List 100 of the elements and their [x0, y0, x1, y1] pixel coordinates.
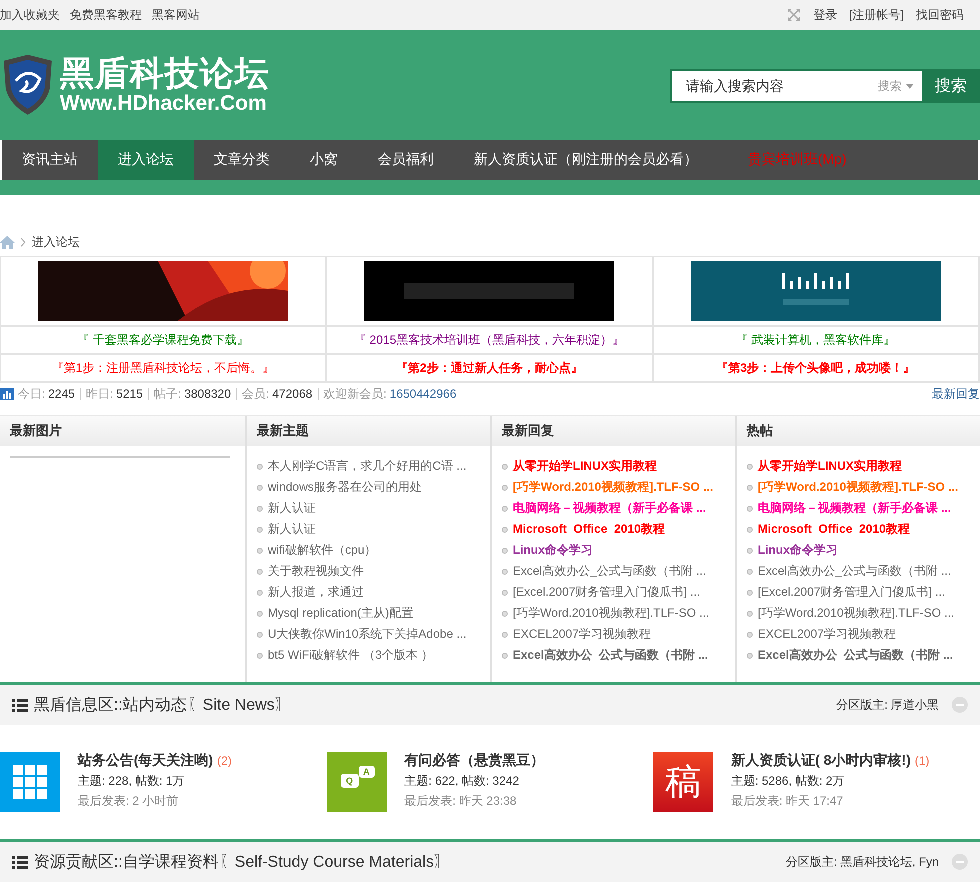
- thread-link[interactable]: 关于教程视频文件: [268, 563, 364, 580]
- thread-link[interactable]: 电脑网络－视频教程（新手必备课 ...: [513, 500, 706, 517]
- bullet-icon: [502, 526, 508, 532]
- stat-label: 今日:: [18, 388, 46, 400]
- moderator-link[interactable]: 厚道小黑: [891, 696, 939, 714]
- thread-link[interactable]: bt5 WiFi破解软件 （3个版本 ）: [268, 647, 434, 664]
- stat-label: 帖子:: [154, 388, 182, 400]
- thread-link[interactable]: 新人报道，求通过: [268, 584, 364, 601]
- nav-tab[interactable]: 小窝: [290, 140, 358, 180]
- latest-replies-link[interactable]: 最新回复: [932, 386, 980, 402]
- promo-link[interactable]: 『 千套黑客必学课程免费下载』: [77, 332, 249, 348]
- thread-link[interactable]: Excel高效办公_公式与函数（书附 ...: [758, 647, 954, 664]
- bullet-icon: [257, 632, 263, 638]
- account-link[interactable]: 登录: [813, 6, 838, 24]
- forum-title[interactable]: 新人资质认证( 8小时内审核!): [731, 752, 911, 770]
- thread-link[interactable]: Linux命令学习: [513, 542, 593, 559]
- thread-link[interactable]: Microsoft_Office_2010教程: [758, 521, 910, 538]
- thread-link[interactable]: 电脑网络－视频教程（新手必备课 ...: [758, 500, 952, 517]
- account-link[interactable]: 找回密码: [916, 6, 964, 24]
- thread-link[interactable]: Excel高效办公_公式与函数（书附 ...: [513, 563, 706, 580]
- grid-icon[interactable]: [0, 752, 60, 812]
- thread-link[interactable]: 新人认证: [268, 500, 316, 517]
- home-icon[interactable]: [0, 236, 15, 248]
- nav-tab[interactable]: 文章分类: [194, 140, 290, 180]
- stat-label: 昨日:: [86, 388, 114, 400]
- thread-link[interactable]: 从零开始学LINUX实用教程: [513, 458, 657, 475]
- step-link[interactable]: 『第1步：注册黑盾科技论坛，不后悔。』: [52, 360, 274, 376]
- bullet-icon: [257, 652, 263, 658]
- bullet-icon: [747, 548, 753, 554]
- collapse-icon[interactable]: [952, 854, 968, 870]
- thread-link[interactable]: [巧学Word.2010视频教程].TLF-SO ...: [513, 605, 710, 622]
- new-count: (1): [915, 754, 930, 768]
- nav-tab[interactable]: 会员福利: [358, 140, 454, 180]
- bullet-icon: [502, 568, 508, 574]
- thread-link[interactable]: EXCEL2007学习视频教程: [758, 626, 896, 643]
- search-button[interactable]: 搜索: [922, 69, 980, 103]
- stat-value: 5215: [116, 388, 144, 400]
- section-title: 资源贡献区::自学课程资料〖Self-Study Course Materials〗: [34, 852, 450, 872]
- stat-value: 2245: [48, 388, 76, 400]
- thread-link[interactable]: Excel高效办公_公式与函数（书附 ...: [758, 563, 952, 580]
- bullet-icon: [747, 464, 753, 470]
- list-icon: [12, 856, 28, 868]
- thread-link[interactable]: [巧学Word.2010视频教程].TLF-SO ...: [758, 479, 958, 496]
- bullet-icon: [257, 590, 263, 596]
- list-icon: [12, 698, 28, 712]
- breadcrumb-link[interactable]: 进入论坛: [32, 234, 80, 250]
- chat-bubbles-icon[interactable]: Q A: [326, 752, 387, 812]
- forum-title[interactable]: 有问必答（悬赏黑豆）: [404, 752, 545, 770]
- thread-link[interactable]: Microsoft_Office_2010教程: [513, 521, 666, 538]
- promo-link[interactable]: 『 武装计算机，黑客软件库』: [736, 332, 896, 348]
- forum-stats: 主题: 5286, 帖数: 2万: [731, 773, 846, 790]
- nav-tab[interactable]: 资讯主站: [2, 140, 98, 180]
- stat-value: 472068: [272, 388, 313, 400]
- new-count: (2): [217, 754, 232, 768]
- thread-link[interactable]: [Excel.2007财务管理入门傻瓜书] ...: [513, 584, 700, 601]
- nav-tab[interactable]: 进入论坛: [98, 140, 194, 180]
- bullet-icon: [502, 484, 508, 490]
- promo-link[interactable]: 『 2015黑客技术培训班（黑盾科技，六年积淀）』: [354, 332, 624, 348]
- collapse-icon[interactable]: [952, 697, 968, 713]
- top-link[interactable]: 免费黑客教程: [70, 6, 142, 24]
- bullet-icon: [257, 464, 263, 470]
- forum-icon[interactable]: 稿: [653, 752, 714, 812]
- thread-link[interactable]: EXCEL2007学习视频教程: [513, 626, 652, 643]
- bullet-icon: [257, 484, 263, 490]
- bullet-icon: [747, 568, 753, 574]
- stat-label: 会员:: [242, 388, 270, 400]
- thread-link[interactable]: Excel高效办公_公式与函数（书附 ...: [513, 647, 708, 664]
- column-header: 最新回复: [492, 416, 735, 446]
- bullet-icon: [257, 568, 263, 574]
- thread-link[interactable]: 本人刚学C语言，求几个好用的C语 ...: [268, 458, 467, 475]
- thread-link[interactable]: Linux命令学习: [758, 542, 838, 559]
- thread-link[interactable]: windows服务器在公司的用处: [268, 479, 422, 496]
- step-link[interactable]: 『第2步：通过新人任务，耐心点』: [396, 360, 583, 376]
- forum-stats: 主题: 228, 帖数: 1万: [78, 773, 186, 790]
- nav-tab[interactable]: 新人资质认证（刚注册的会员必看）: [454, 140, 718, 180]
- logo-url: Www.HDhacker.Com: [60, 93, 268, 115]
- bullet-icon: [502, 632, 508, 638]
- last-post: 最后发表: 2 小时前: [78, 793, 180, 810]
- top-link[interactable]: 黑客网站: [152, 6, 200, 24]
- thread-link[interactable]: wifi破解软件（cpu）: [268, 542, 377, 559]
- last-post: 最后发表: 昨天 17:47: [731, 793, 844, 810]
- search-field[interactable]: 请输入搜索内容: [670, 69, 870, 103]
- thread-link[interactable]: 新人认证: [268, 521, 316, 538]
- bullet-icon: [502, 506, 508, 512]
- fullscreen-icon[interactable]: [787, 8, 802, 22]
- thread-link[interactable]: [Excel.2007财务管理入门傻瓜书] ...: [758, 584, 946, 601]
- step-link[interactable]: 『第3步：上传个头像吧，成功喽！』: [716, 360, 916, 376]
- thread-link[interactable]: [巧学Word.2010视频教程].TLF-SO ...: [758, 605, 954, 622]
- thread-link[interactable]: 从零开始学LINUX实用教程: [758, 458, 902, 475]
- top-link[interactable]: 加入收藏夹: [0, 6, 60, 24]
- thread-link[interactable]: Mysql replication(主从)配置: [268, 605, 414, 622]
- thread-link[interactable]: [巧学Word.2010视频教程].TLF-SO ...: [513, 479, 714, 496]
- welcome-label: 欢迎新会员:: [324, 388, 387, 400]
- forum-title[interactable]: 站务公告(每天关注哟): [78, 752, 214, 770]
- account-link[interactable]: [注册帐号]: [849, 6, 904, 24]
- thread-link[interactable]: U大侠教你Win10系统下关掉Adobe ...: [268, 626, 467, 643]
- moderator-link[interactable]: 黑盾科技论坛, Fyn: [840, 854, 939, 870]
- stat-value: 3808320: [184, 388, 232, 400]
- bullet-icon: [747, 632, 753, 638]
- new-member-link[interactable]: 1650442966: [390, 388, 457, 400]
